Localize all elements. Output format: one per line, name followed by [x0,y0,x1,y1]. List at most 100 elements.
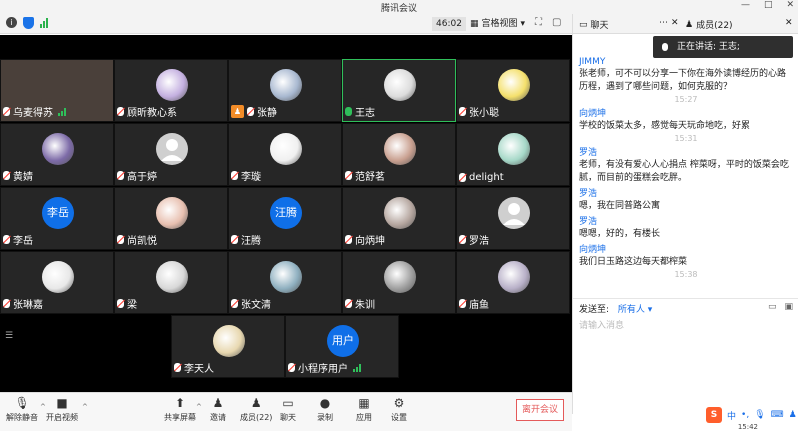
participant-name-row: 张小聪 [459,104,499,119]
message-sender[interactable]: 罗浩 [579,147,793,159]
record-button[interactable]: ● 录制 [317,396,333,423]
mic-off-icon [345,171,352,180]
chat-messages: JIMMY 张老师，可不可以分享一下你在海外读博经历的心路历程，遇到了哪些问题，如… [579,56,793,283]
participant-tile[interactable]: 梁 [114,251,228,314]
participant-name-row: 张琳嘉 [3,296,43,311]
close-icon[interactable]: ✕ [785,18,793,28]
file-icon[interactable]: ▭ [768,302,777,312]
chevron-up-icon[interactable]: ^ [82,403,88,411]
participant-tile[interactable]: 庙鱼 [456,251,570,314]
chevron-up-icon[interactable]: ^ [40,403,46,411]
participant-tile[interactable]: 张小聪 [456,59,570,122]
participant-name: 黄婧 [13,172,33,183]
message-sender[interactable]: 向炳坤 [579,244,793,256]
minimize-button[interactable]: — [741,0,750,10]
participant-tile[interactable]: ♟ 张静 [228,59,342,122]
shield-icon[interactable] [23,17,34,29]
apps-button[interactable]: ▦ 应用 [356,396,372,423]
start-video-button[interactable]: ■ 开启视频 [46,396,78,423]
signal-icon [353,363,361,372]
participant-tile[interactable]: 顾昕教心系 [114,59,228,122]
keyboard-icon[interactable]: ⌨ [771,410,784,420]
screenshot-icon[interactable]: ▣ [784,302,793,312]
mic-icon[interactable]: 🎙 [754,410,765,420]
tab-members[interactable]: ♟ 成员(22) [685,18,733,32]
participant-tile[interactable]: 张文清 [228,251,342,314]
grid-view-button[interactable]: ▦ 宫格视图 ▾ [470,17,525,31]
avatar [498,261,530,293]
participant-name: 张小聪 [469,108,499,119]
signal-icon[interactable] [40,17,48,28]
unmute-button[interactable]: 🎙 解除静音 [6,396,38,423]
participant-tile[interactable]: 用户 小程序用户 [285,315,399,378]
settings-button[interactable]: ⚙ 设置 [391,396,407,423]
mic-off-icon [117,235,124,244]
control-bar: 🎙 解除静音 ^ ■ 开启视频 ^ ⬆ 共享屏幕 ^ ♟ 邀请 ♟ 成员(22)… [0,392,572,431]
chat-message: 罗浩 嗯，我在同普路公寓 [579,188,793,213]
mic-off-icon [288,363,295,372]
participant-tile[interactable]: 黄婧 [0,123,114,186]
mic-off-icon [247,107,254,116]
avatar [270,133,302,165]
chat-button[interactable]: ▭ 聊天 [280,396,296,423]
fullscreen-icon[interactable]: ⛶ [535,17,542,28]
message-sender[interactable]: 罗浩 [579,188,793,200]
participant-name: 庙鱼 [469,300,489,311]
people-icon: ♟ [685,19,694,30]
info-icon[interactable]: i [6,17,17,28]
participant-tile[interactable]: delight [456,123,570,186]
mic-off-icon [117,171,124,180]
participant-name: 范舒茗 [355,172,385,183]
participant-tile[interactable]: 李天人 [171,315,285,378]
close-icon[interactable]: ✕ [671,18,679,28]
video-grid: ☰ 乌麦得苏 顾昕教心系 ♟ 张静 王志 张小聪黄婧 高于婷 李璇 范舒茗 delight 李岳 李岳… [0,35,572,392]
share-screen-button[interactable]: ⬆ 共享屏幕 [164,396,196,423]
host-badge-icon: ♟ [231,105,244,118]
participant-tile[interactable]: 范舒茗 [342,123,456,186]
message-sender[interactable]: 向炳坤 [579,108,793,120]
user-icon[interactable]: ♟ [789,410,797,420]
participant-tile[interactable]: 向炳坤 [342,187,456,250]
chevron-up-icon[interactable]: ^ [196,403,202,411]
mic-off-icon [174,363,181,372]
layout-icon[interactable]: ▢ [552,17,561,28]
ime-lang[interactable]: 中 [727,409,736,422]
participant-tile[interactable]: 李璇 [228,123,342,186]
invite-button[interactable]: ♟ 邀请 [210,396,226,423]
close-button[interactable]: ✕ [786,0,794,10]
avatar [498,197,530,229]
leave-meeting-button[interactable]: 离开会议 [516,399,564,421]
participant-tile[interactable]: 朱训 [342,251,456,314]
participant-name-row: 罗浩 [459,232,489,247]
tab-chat[interactable]: ▭ 聊天 [579,18,609,32]
avatar [42,133,74,165]
members-button[interactable]: ♟ 成员(22) [240,396,272,423]
mic-off-icon [459,173,466,182]
recipient-select[interactable]: 所有人 ▾ [618,305,652,315]
punctuation-icon[interactable]: •, [741,410,749,420]
mic-off-icon [117,107,124,116]
message-sender[interactable]: JIMMY [579,56,793,68]
participant-tile[interactable]: 高于婷 [114,123,228,186]
message-sender[interactable]: 罗浩 [579,216,793,228]
participant-tile[interactable]: 尚凯悦 [114,187,228,250]
participant-tile[interactable]: 张琳嘉 [0,251,114,314]
mic-off-icon [3,235,10,244]
participant-tile[interactable]: 王志 [342,59,456,122]
message-text: 我们日玉路这边每天都榨菜 [579,257,688,267]
message-text: 嗯，我在同普路公寓 [579,201,661,211]
participant-tile[interactable]: 汪腾 汪腾 [228,187,342,250]
maximize-button[interactable]: □ [764,0,773,10]
participant-name-row: 庙鱼 [459,296,489,311]
window-controls: — □ ✕ [741,0,794,10]
participant-name-row: 高于婷 [117,168,157,183]
sogou-logo-icon[interactable]: S [706,407,722,423]
participant-tile[interactable]: 罗浩 [456,187,570,250]
more-icon[interactable]: ⋯ [659,18,668,28]
list-icon[interactable]: ☰ [5,331,13,341]
title-bar: 腾讯会议 — □ ✕ [0,0,798,14]
message-input[interactable]: 请输入消息 [579,318,789,334]
participant-tile[interactable]: 李岳 李岳 [0,187,114,250]
avatar [156,197,188,229]
participant-tile[interactable]: 乌麦得苏 [0,59,114,122]
